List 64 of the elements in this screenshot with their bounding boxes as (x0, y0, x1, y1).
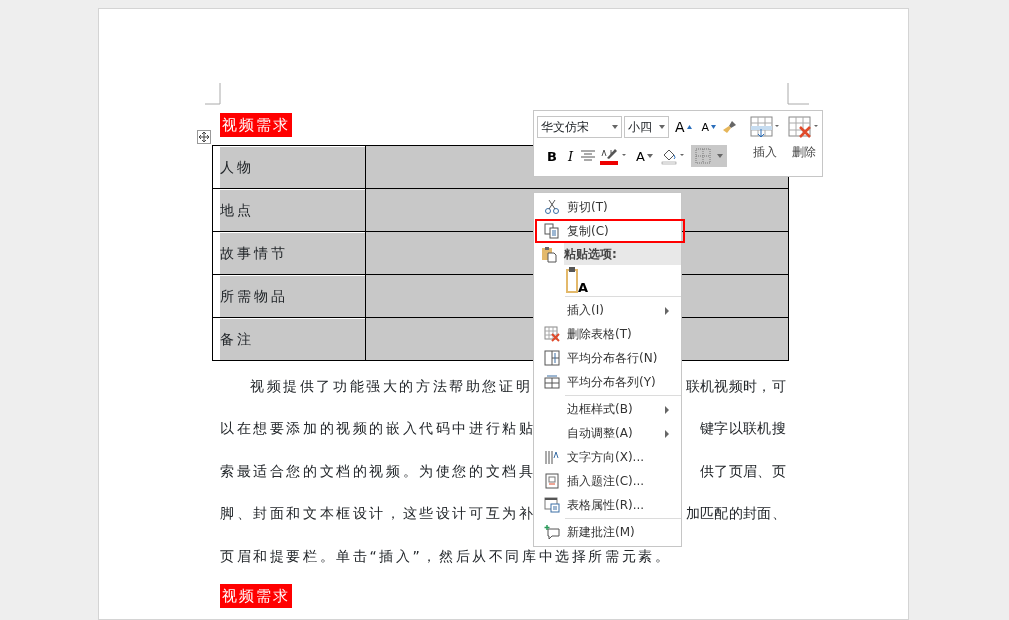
caret-icon (711, 125, 717, 129)
margin-corner-icon (787, 83, 809, 105)
paragraph-text: 脚、封面和文本框设计，这些设计可互为补 (220, 504, 536, 524)
menu-item[interactable]: 表格属性(R)... (535, 493, 682, 517)
submenu-arrow-icon (662, 404, 672, 415)
menu-item[interactable]: 插入(I) (535, 298, 682, 322)
new-comment-icon (544, 524, 560, 540)
menu-item[interactable]: 平均分布各行(N) (535, 346, 682, 370)
bold-button[interactable]: B (543, 145, 561, 167)
menu-item[interactable]: 平均分布各列(Y) (535, 370, 682, 394)
table-cell: 所需物品 (220, 275, 365, 317)
borders-icon (694, 148, 711, 164)
text-direction-icon (544, 449, 560, 465)
delete-button[interactable]: 删除 (784, 116, 825, 171)
table-cell: 备注 (220, 318, 365, 360)
italic-button[interactable]: I (563, 145, 578, 167)
paragraph-text: 索最适合您的文档的视频。为使您的文档具 (220, 461, 536, 481)
paragraph-text: 加匹配的封面、 (685, 504, 786, 524)
table-properties-icon (544, 497, 560, 513)
menu-item[interactable]: 自动调整(A) (535, 421, 682, 445)
menu-item[interactable]: 边框样式(B) (535, 397, 682, 421)
delete-table-icon (544, 326, 560, 342)
caret-icon (659, 125, 665, 129)
move-handle-icon[interactable] (197, 130, 211, 144)
distribute-rows-icon (544, 350, 560, 366)
distribute-columns-icon (544, 374, 560, 390)
caret-icon (612, 125, 618, 129)
heading-text: 视频需求 (220, 113, 292, 137)
menu-item[interactable]: 删除表格(T) (535, 322, 682, 346)
paintbrush-icon[interactable] (722, 119, 739, 135)
menu-item[interactable]: 复制(C) (535, 219, 685, 243)
caret-icon (716, 154, 723, 158)
caret-icon (646, 154, 653, 158)
paste-keep-text-button[interactable]: A (566, 266, 589, 294)
scissors-icon (544, 199, 560, 215)
menu-item[interactable]: 剪切(T) (535, 195, 682, 219)
paragraph-text: 供了页眉、页 (700, 461, 786, 481)
menu-section-label: 粘贴选项: (564, 243, 681, 265)
caret-up-icon (686, 125, 692, 129)
font-color-button[interactable]: A (632, 145, 657, 167)
paragraph-text: 视频提供了功能强大的方法帮助您证明 (250, 376, 533, 396)
clipboard-icon (541, 245, 557, 263)
font-dropdown[interactable]: 华文仿宋 (537, 116, 622, 138)
table-cell: 故事情节 (220, 232, 365, 274)
paragraph-text: 键字以联机搜 (700, 419, 786, 439)
paragraph-text: 联机视频时，可 (685, 376, 786, 396)
menu-item[interactable]: 新建批注(M) (535, 520, 682, 544)
table-cell: 地点 (220, 189, 365, 231)
table-cell: 人物 (220, 146, 365, 188)
font-size-dropdown[interactable]: 小四 (624, 116, 669, 138)
caption-icon (544, 473, 560, 489)
submenu-arrow-icon (662, 428, 672, 439)
paragraph-text: 以在想要添加的视频的嵌入代码中进行粘贴 (220, 419, 536, 439)
grow-font-button[interactable]: A (671, 116, 696, 138)
insert-table-icon (750, 116, 781, 140)
menu-item[interactable]: 插入题注(C)... (535, 469, 682, 493)
submenu-arrow-icon (662, 305, 672, 316)
margin-corner-icon (205, 83, 221, 105)
paragraph-text: 页眉和提要栏。单击“插入”，然后从不同库中选择所需元素。 (220, 546, 672, 566)
insert-button[interactable]: 插入 (746, 116, 785, 171)
heading-text: 视频需求 (220, 583, 292, 608)
copy-icon (544, 223, 560, 239)
shrink-font-button[interactable]: A (697, 116, 721, 138)
menu-item[interactable]: 文字方向(X)... (535, 445, 682, 469)
